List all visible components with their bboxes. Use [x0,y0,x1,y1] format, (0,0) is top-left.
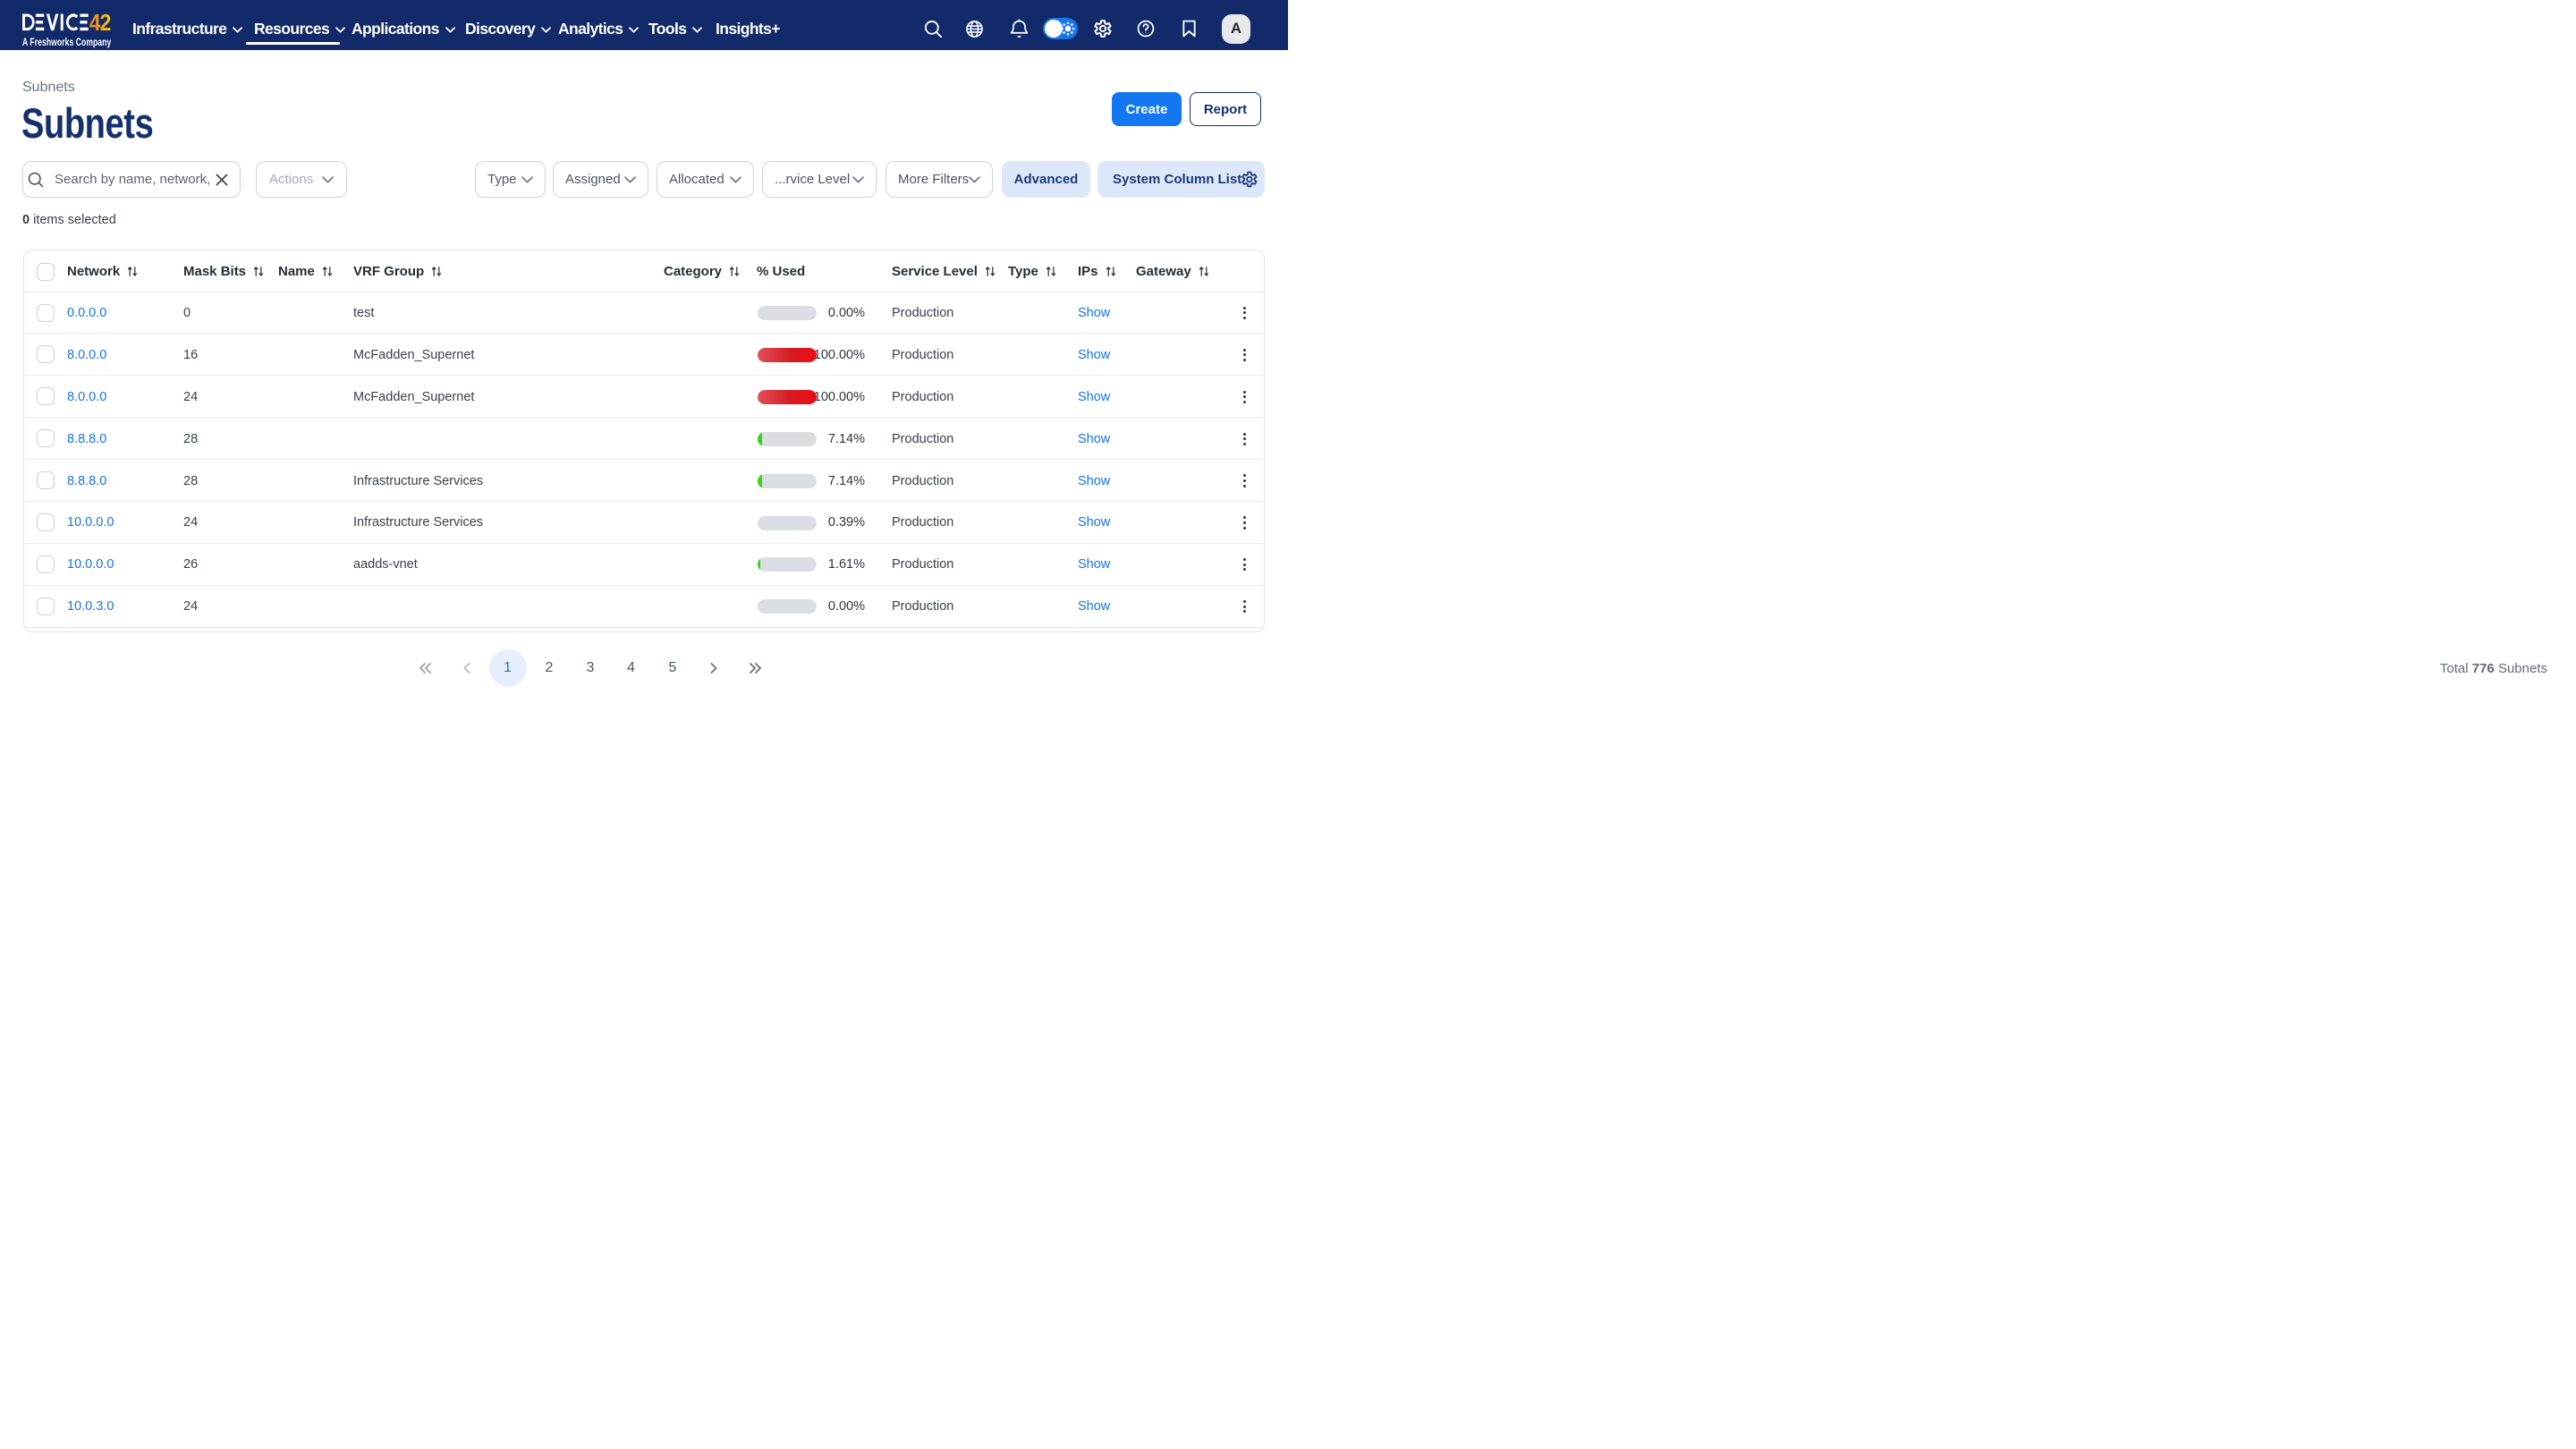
svg-text:42: 42 [89,11,111,34]
